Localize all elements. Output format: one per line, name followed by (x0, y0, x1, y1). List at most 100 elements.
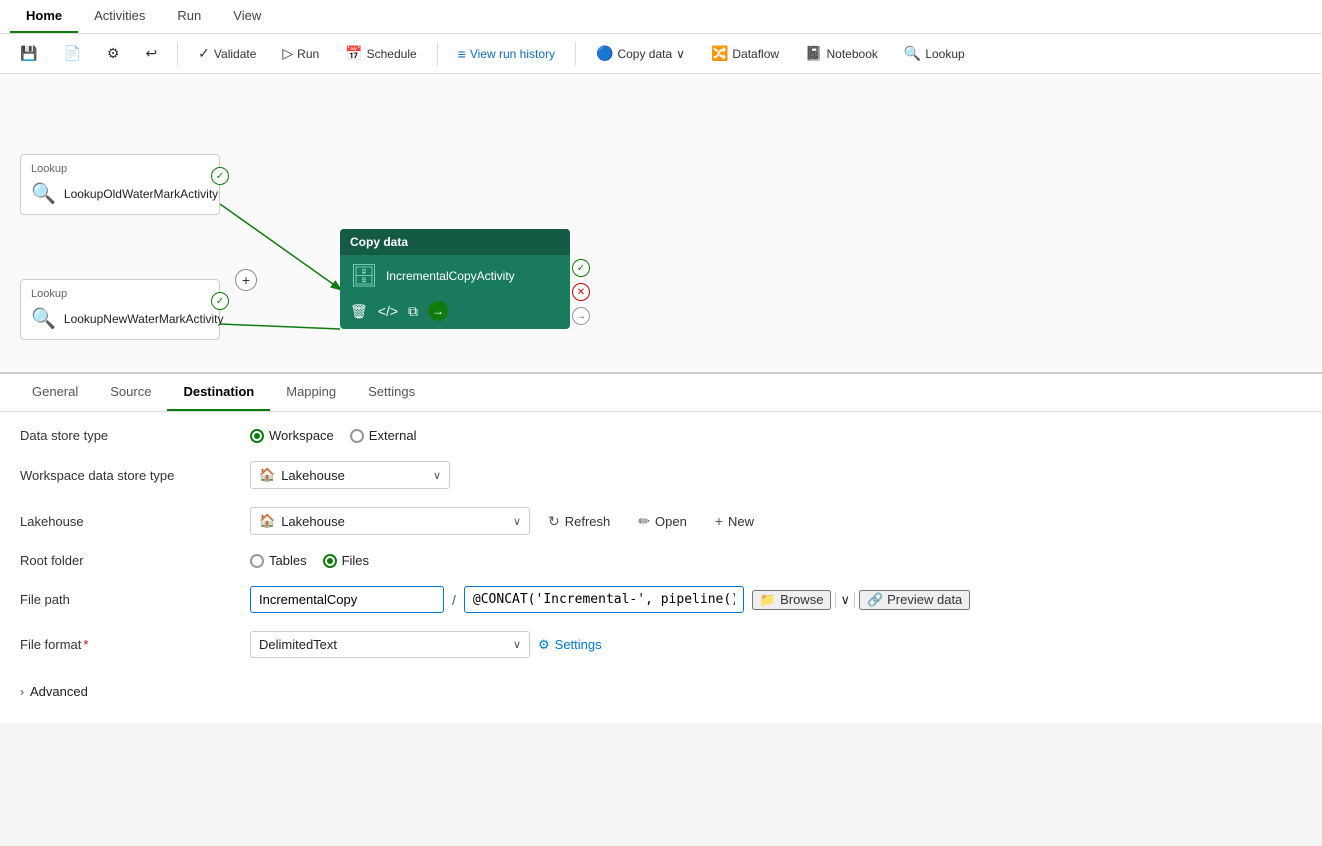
undo-button[interactable]: ↩ (135, 40, 167, 67)
copy-node-label: IncrementalCopyActivity (386, 269, 515, 283)
external-radio-label: External (369, 428, 417, 443)
tab-settings[interactable]: Settings (352, 374, 431, 411)
lookup-node-1-body: 🔍 LookupOldWaterMarkActivity (31, 181, 209, 206)
external-radio-circle (350, 429, 364, 443)
lakehouse-value: Lakehouse (281, 514, 507, 529)
refresh-icon: ↻ (548, 513, 560, 530)
panel-tabs: General Source Destination Mapping Setti… (0, 374, 1322, 412)
browse-icon: 📁 (760, 592, 776, 608)
workspace-radio[interactable]: Workspace (250, 428, 334, 443)
datastoretype-radio-group: Workspace External (250, 428, 417, 443)
nav-run[interactable]: Run (161, 0, 217, 33)
nav-view[interactable]: View (217, 0, 277, 33)
advanced-row[interactable]: › Advanced (20, 676, 1302, 707)
external-radio[interactable]: External (350, 428, 417, 443)
datastoretype-row: Data store type Workspace External (20, 428, 1302, 443)
run-button[interactable]: ▷ Run (272, 40, 329, 67)
saveas-button[interactable]: 📄 (53, 40, 90, 67)
lakehouse-label: Lakehouse (20, 514, 240, 529)
workspace-radio-label: Workspace (269, 428, 334, 443)
lakehouse-arrow: ∨ (513, 515, 521, 528)
viewrunhistory-button[interactable]: ≡ View run history (448, 41, 565, 67)
rootfolder-row: Root folder Tables Files (20, 553, 1302, 568)
tab-general[interactable]: General (16, 374, 94, 411)
dataflow-button[interactable]: 🔀 Dataflow (701, 40, 789, 67)
new-button[interactable]: + New (705, 508, 764, 534)
workspacedatastoretype-dropdown[interactable]: 🏠 Lakehouse ∨ (250, 461, 450, 489)
lakehouse-content: 🏠 Lakehouse ∨ ↻ Refresh ✏ Open + New (250, 507, 1302, 535)
lakehouse-row: Lakehouse 🏠 Lakehouse ∨ ↻ Refresh ✏ Open… (20, 507, 1302, 535)
fileformat-required: * (83, 637, 88, 652)
separator-1 (177, 42, 178, 66)
tab-source[interactable]: Source (94, 374, 167, 411)
save-button[interactable]: 💾 (10, 40, 47, 67)
filepath-label: File path (20, 592, 240, 607)
filepath-folder-input[interactable] (250, 586, 444, 613)
copy-node-code-icon[interactable]: </> (378, 303, 398, 319)
lakehouse-icon-ws: 🏠 (259, 467, 275, 483)
copydata-chevron: ∨ (676, 47, 685, 61)
filepath-expression-input[interactable] (464, 586, 744, 613)
schedule-button[interactable]: 📅 Schedule (335, 40, 426, 67)
copy-node-success-check: ✓ (572, 259, 590, 277)
separator-2 (437, 42, 438, 66)
add-activity-button[interactable]: + (235, 269, 257, 291)
datastoretype-label: Data store type (20, 428, 240, 443)
datastoretype-content: Workspace External (250, 428, 1302, 443)
fileformat-settings-button[interactable]: ⚙ Settings (538, 637, 602, 653)
settings-button[interactable]: ⚙ (97, 40, 130, 67)
fileformat-settings-icon: ⚙ (538, 637, 550, 653)
copy-node-icon: 🗄 (350, 263, 378, 289)
filepath-content: / 📁 Browse ∨ 🔗 Preview data (250, 586, 1302, 613)
saveas-icon: 📄 (63, 45, 80, 62)
properties-panel: Data store type Workspace External Works… (0, 412, 1322, 723)
tables-radio[interactable]: Tables (250, 553, 307, 568)
nav-activities[interactable]: Activities (78, 0, 161, 33)
lookup-node-1-label: LookupOldWaterMarkActivity (64, 187, 218, 201)
nav-home[interactable]: Home (10, 0, 78, 33)
lookup-node-2-check: ✓ (211, 292, 229, 310)
copydata-button[interactable]: 🔵 Copy data ∨ (586, 40, 695, 67)
lookup-button[interactable]: 🔍 Lookup (894, 40, 975, 67)
browse-group: 📁 Browse ∨ 🔗 Preview data (752, 590, 970, 610)
filepath-slash: / (452, 592, 456, 608)
copy-node-go-icon[interactable]: → (428, 301, 448, 321)
copy-node-copy-icon[interactable]: ⧉ (408, 303, 418, 320)
filepath-row: File path / 📁 Browse ∨ 🔗 Preview data (20, 586, 1302, 613)
workspacedatastoretype-arrow: ∨ (433, 469, 441, 482)
lakehouse-icon: 🏠 (259, 513, 275, 529)
notebook-icon: 📓 (805, 45, 822, 62)
browse-chevron[interactable]: ∨ (840, 592, 850, 608)
files-radio[interactable]: Files (323, 553, 369, 568)
open-icon: ✏ (638, 513, 650, 530)
validate-button[interactable]: ✓ Validate (188, 40, 266, 67)
save-icon: 💾 (20, 45, 37, 62)
advanced-label: Advanced (30, 684, 88, 699)
lookup-node-2-label: LookupNewWaterMarkActivity (64, 312, 224, 326)
copy-node[interactable]: Copy data 🗄 IncrementalCopyActivity 🗑 </… (340, 229, 570, 329)
workspacedatastoretype-row: Workspace data store type 🏠 Lakehouse ∨ (20, 461, 1302, 489)
copy-node-delete-icon[interactable]: 🗑 (350, 303, 368, 320)
lookup-node-2-icon: 🔍 (31, 306, 56, 331)
lookup-icon: 🔍 (904, 45, 921, 62)
lookup-node-2[interactable]: Lookup 🔍 LookupNewWaterMarkActivity ✓ (20, 279, 220, 340)
workspacedatastoretype-content: 🏠 Lakehouse ∨ (250, 461, 1302, 489)
refresh-button[interactable]: ↻ Refresh (538, 508, 620, 535)
tab-mapping[interactable]: Mapping (270, 374, 352, 411)
open-button[interactable]: ✏ Open (628, 508, 697, 535)
notebook-button[interactable]: 📓 Notebook (795, 40, 888, 67)
lookup-node-1-check: ✓ (211, 167, 229, 185)
tab-destination[interactable]: Destination (167, 374, 270, 411)
lakehouse-dropdown[interactable]: 🏠 Lakehouse ∨ (250, 507, 530, 535)
gear-icon: ⚙ (107, 45, 120, 62)
fileformat-row: File format* DelimitedText ∨ ⚙ Settings (20, 631, 1302, 658)
pipeline-canvas[interactable]: Lookup 🔍 LookupOldWaterMarkActivity ✓ + … (0, 74, 1322, 374)
browse-button[interactable]: 📁 Browse (752, 590, 832, 610)
lookup-node-1[interactable]: Lookup 🔍 LookupOldWaterMarkActivity ✓ (20, 154, 220, 215)
preview-data-button[interactable]: 🔗 Preview data (859, 590, 970, 610)
check-icon: ✓ (198, 45, 210, 62)
tables-radio-circle (250, 554, 264, 568)
tables-radio-label: Tables (269, 553, 307, 568)
schedule-icon: 📅 (345, 45, 362, 62)
fileformat-dropdown[interactable]: DelimitedText ∨ (250, 631, 530, 658)
